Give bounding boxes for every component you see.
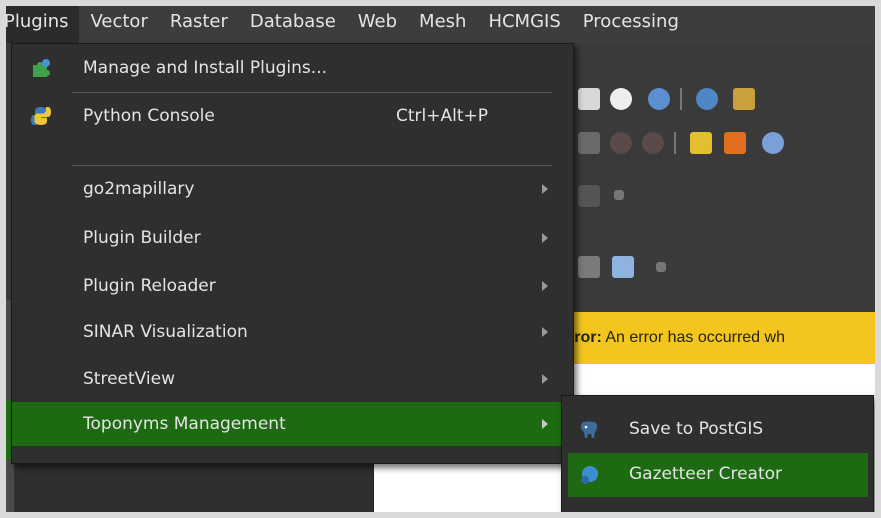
- menu-separator: [72, 92, 552, 93]
- menu-mesh[interactable]: Mesh: [408, 0, 477, 43]
- python-console-label: Python Console: [83, 106, 215, 126]
- toolbar-separator: [674, 132, 676, 154]
- toponyms-management-label: Toponyms Management: [83, 414, 286, 434]
- menu-database[interactable]: Database: [239, 0, 347, 43]
- refresh-icon[interactable]: [648, 88, 670, 110]
- label-style-icon[interactable]: [724, 132, 746, 154]
- menu-item-toponyms-management[interactable]: Toponyms Management: [12, 402, 573, 446]
- submenu-arrow-icon: [542, 281, 548, 291]
- python-console-shortcut: Ctrl+Alt+P: [396, 106, 489, 126]
- menu-item-plugin-builder[interactable]: Plugin Builder: [12, 219, 573, 257]
- menu-vector[interactable]: Vector: [79, 0, 158, 43]
- menu-item-plugin-reloader[interactable]: Plugin Reloader: [12, 267, 573, 305]
- redo-icon[interactable]: [642, 132, 664, 154]
- label-ab-icon[interactable]: [762, 132, 784, 154]
- undo-icon[interactable]: [610, 132, 632, 154]
- gazetteer-icon: [581, 466, 598, 484]
- menu-item-manage-plugins[interactable]: Manage and Install Plugins...: [12, 49, 573, 87]
- error-text: An error has occurred wh: [601, 329, 785, 346]
- dropdown-small-icon[interactable]: [614, 190, 624, 200]
- menubar: Plugins Vector Raster Database Web Mesh …: [0, 0, 881, 43]
- menu-item-sinar-visualization[interactable]: SINAR Visualization: [12, 313, 573, 351]
- submenu-arrow-icon: [542, 233, 548, 243]
- menu-item-streetview[interactable]: StreetView: [12, 360, 573, 398]
- submenu-item-save-to-postgis[interactable]: Save to PostGIS: [568, 408, 868, 452]
- error-message-bar: rror: An error has occurred wh: [560, 312, 881, 364]
- go2mapillary-label: go2mapillary: [83, 179, 195, 199]
- streetview-label: StreetView: [83, 369, 175, 389]
- pencil-icon[interactable]: [578, 132, 600, 154]
- tool-icon[interactable]: [578, 185, 600, 207]
- attribute-table-icon[interactable]: [733, 88, 755, 110]
- plugin-builder-label: Plugin Builder: [83, 228, 201, 248]
- menu-plugins[interactable]: Plugins: [0, 0, 80, 43]
- menu-processing[interactable]: Processing: [572, 0, 690, 43]
- manage-plugins-label: Manage and Install Plugins...: [83, 58, 328, 78]
- save-layer-icon[interactable]: [578, 88, 600, 110]
- menu-web[interactable]: Web: [347, 0, 408, 43]
- identify-icon[interactable]: [696, 88, 718, 110]
- comment-icon[interactable]: [612, 256, 634, 278]
- label-abc-icon[interactable]: [690, 132, 712, 154]
- menu-item-python-console[interactable]: Python Console Ctrl+Alt+P: [12, 97, 573, 135]
- menu-separator: [72, 165, 552, 166]
- plugins-dropdown: Manage and Install Plugins... Python Con…: [11, 43, 574, 464]
- menu-item-go2mapillary[interactable]: go2mapillary: [12, 170, 573, 208]
- postgis-elephant-icon: [580, 421, 598, 438]
- dropdown-small-icon[interactable]: [656, 262, 666, 272]
- toolbar-separator: [680, 88, 682, 110]
- submenu-arrow-icon: [542, 374, 548, 384]
- clock-icon[interactable]: [610, 88, 632, 110]
- plugin-reloader-label: Plugin Reloader: [83, 276, 216, 296]
- submenu-arrow-icon: [542, 327, 548, 337]
- toponyms-submenu: Save to PostGIS Gazetteer Creator: [561, 395, 874, 513]
- menu-raster[interactable]: Raster: [159, 0, 239, 43]
- submenu-arrow-icon: [542, 184, 548, 194]
- georef-icon[interactable]: [578, 256, 600, 278]
- menu-hcmgis[interactable]: HCMGIS: [477, 0, 571, 43]
- python-icon: [31, 107, 51, 125]
- submenu-item-gazetteer-creator[interactable]: Gazetteer Creator: [568, 453, 868, 497]
- submenu-arrow-icon: [542, 419, 548, 429]
- gazetteer-creator-label: Gazetteer Creator: [629, 464, 783, 484]
- puzzle-icon: [33, 59, 50, 77]
- sinar-visualization-label: SINAR Visualization: [83, 322, 248, 342]
- save-to-postgis-label: Save to PostGIS: [629, 419, 764, 439]
